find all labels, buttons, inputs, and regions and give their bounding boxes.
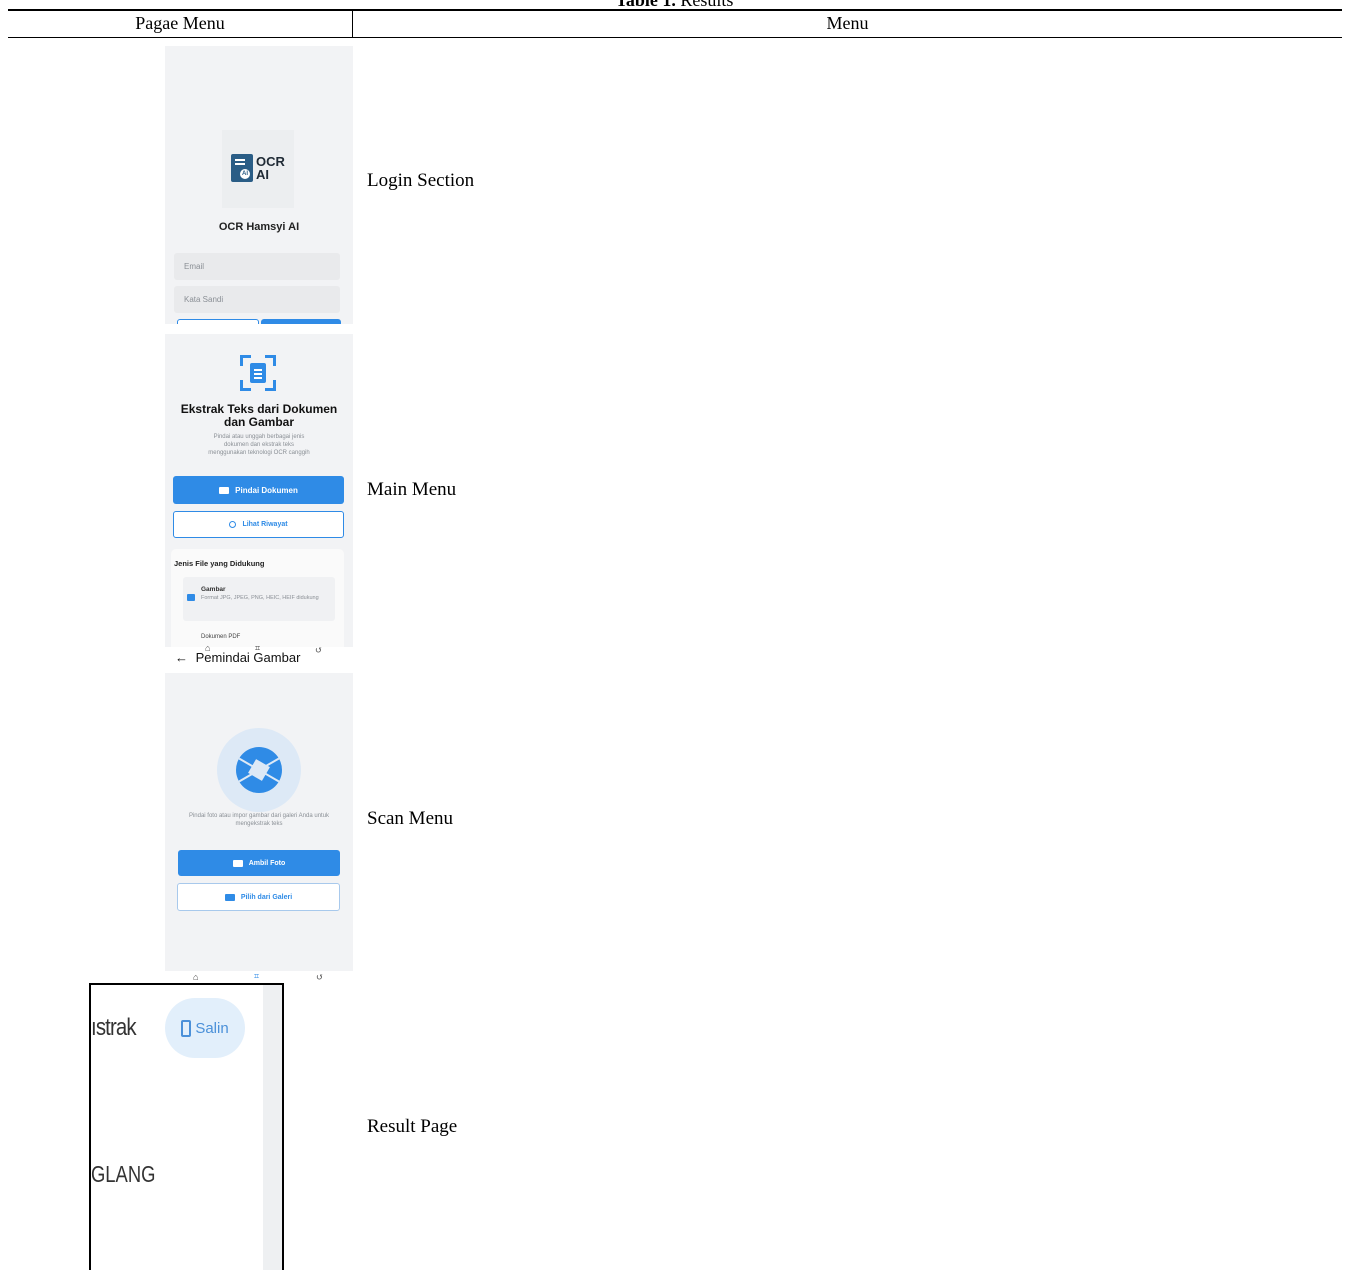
- file-type-description: Format JPG, JPEG, PNG, HEIC, HEIF diduku…: [201, 595, 319, 601]
- scan-header-title: Pemindai Gambar: [195, 650, 301, 665]
- choose-gallery-label: Pilih dari Galeri: [240, 893, 293, 901]
- main-menu-screenshot: Ekstrak Teks dari Dokumen dan Gambar Pin…: [165, 334, 353, 647]
- scan-nav-scan-icon[interactable]: ⌗: [254, 971, 259, 982]
- scan-document-label: Pindai Dokumen: [235, 485, 298, 495]
- nav-home-icon[interactable]: ⌂: [205, 643, 210, 653]
- document-icon: AI: [231, 154, 253, 182]
- gallery-icon: [224, 893, 235, 901]
- table-top-rule: [8, 9, 1342, 11]
- camera-icon: [232, 859, 243, 867]
- result-scrollbar[interactable]: [263, 985, 282, 1270]
- supported-files-title: Jenis File yang Didukung: [174, 559, 265, 568]
- password-field[interactable]: Kata Sandi: [174, 286, 340, 313]
- camera-circle: [217, 728, 301, 812]
- view-history-label: Lihat Riwayat: [242, 521, 288, 528]
- row-label-main: Main Menu: [367, 479, 457, 500]
- copy-label: Salin: [195, 1019, 229, 1037]
- copy-icon: [181, 1019, 192, 1037]
- column-header-menu: Menu: [826, 13, 869, 33]
- login-screenshot: AI OCR AI OCR Hamsyi AI Email Kata Sandi: [165, 46, 353, 324]
- scan-document-button[interactable]: Pindai Dokumen: [173, 476, 344, 504]
- app-logo: AI OCR AI: [222, 130, 294, 208]
- column-header-page: Pagae Menu: [135, 13, 225, 33]
- result-screenshot: ıstrak Salin GLANG: [89, 983, 284, 1270]
- take-photo-label: Ambil Foto: [248, 859, 286, 867]
- main-title: Ekstrak Teks dari Dokumen dan Gambar: [180, 402, 338, 429]
- logo-text-ai: AI: [256, 167, 269, 182]
- scan-menu-screenshot: Pindai foto atau impor gambar dari galer…: [165, 673, 353, 971]
- scan-nav-history-icon[interactable]: ↺: [316, 972, 324, 983]
- nav-scan-icon[interactable]: ⌗: [255, 643, 260, 654]
- aperture-icon: [236, 747, 282, 793]
- app-name: OCR Hamsyi AI: [218, 221, 300, 233]
- view-history-button[interactable]: Lihat Riwayat: [173, 511, 344, 538]
- ai-badge: AI: [238, 167, 252, 181]
- file-type-name: Gambar: [201, 586, 226, 593]
- scan-nav-home-icon[interactable]: ⌂: [193, 972, 198, 982]
- result-text-fragment-1: ıstrak: [91, 1014, 137, 1041]
- login-primary-button[interactable]: [261, 319, 341, 324]
- back-arrow-icon[interactable]: ←: [175, 650, 188, 665]
- row-label-scan: Scan Menu: [367, 808, 454, 829]
- row-label-login: Login Section: [367, 170, 475, 191]
- row-label-result: Result Page: [367, 1116, 458, 1137]
- result-text-fragment-2: GLANG: [91, 1161, 156, 1187]
- main-description: Pindai atau unggah berbagai jenis dokume…: [208, 434, 310, 456]
- scan-document-icon: [240, 355, 276, 391]
- email-field[interactable]: Email: [174, 253, 340, 280]
- login-secondary-button[interactable]: [177, 319, 259, 324]
- file-type-next: Dokumen PDF: [201, 634, 241, 640]
- file-type-item: Gambar Format JPG, JPEG, PNG, HEIC, HEIF…: [183, 577, 335, 621]
- supported-files-card: Jenis File yang Didukung Gambar Format J…: [171, 549, 344, 647]
- choose-gallery-button[interactable]: Pilih dari Galeri: [177, 883, 340, 911]
- copy-button[interactable]: Salin: [165, 998, 245, 1058]
- take-photo-button[interactable]: Ambil Foto: [178, 850, 340, 876]
- scan-description: Pindai foto atau impor gambar dari galer…: [188, 813, 330, 827]
- image-icon: [187, 594, 195, 601]
- scan-header: ← Pemindai Gambar: [175, 650, 300, 665]
- nav-history-icon[interactable]: ↺: [315, 645, 323, 656]
- camera-icon: [219, 486, 230, 494]
- history-icon: [229, 521, 237, 528]
- table-header-rule: [8, 37, 1342, 38]
